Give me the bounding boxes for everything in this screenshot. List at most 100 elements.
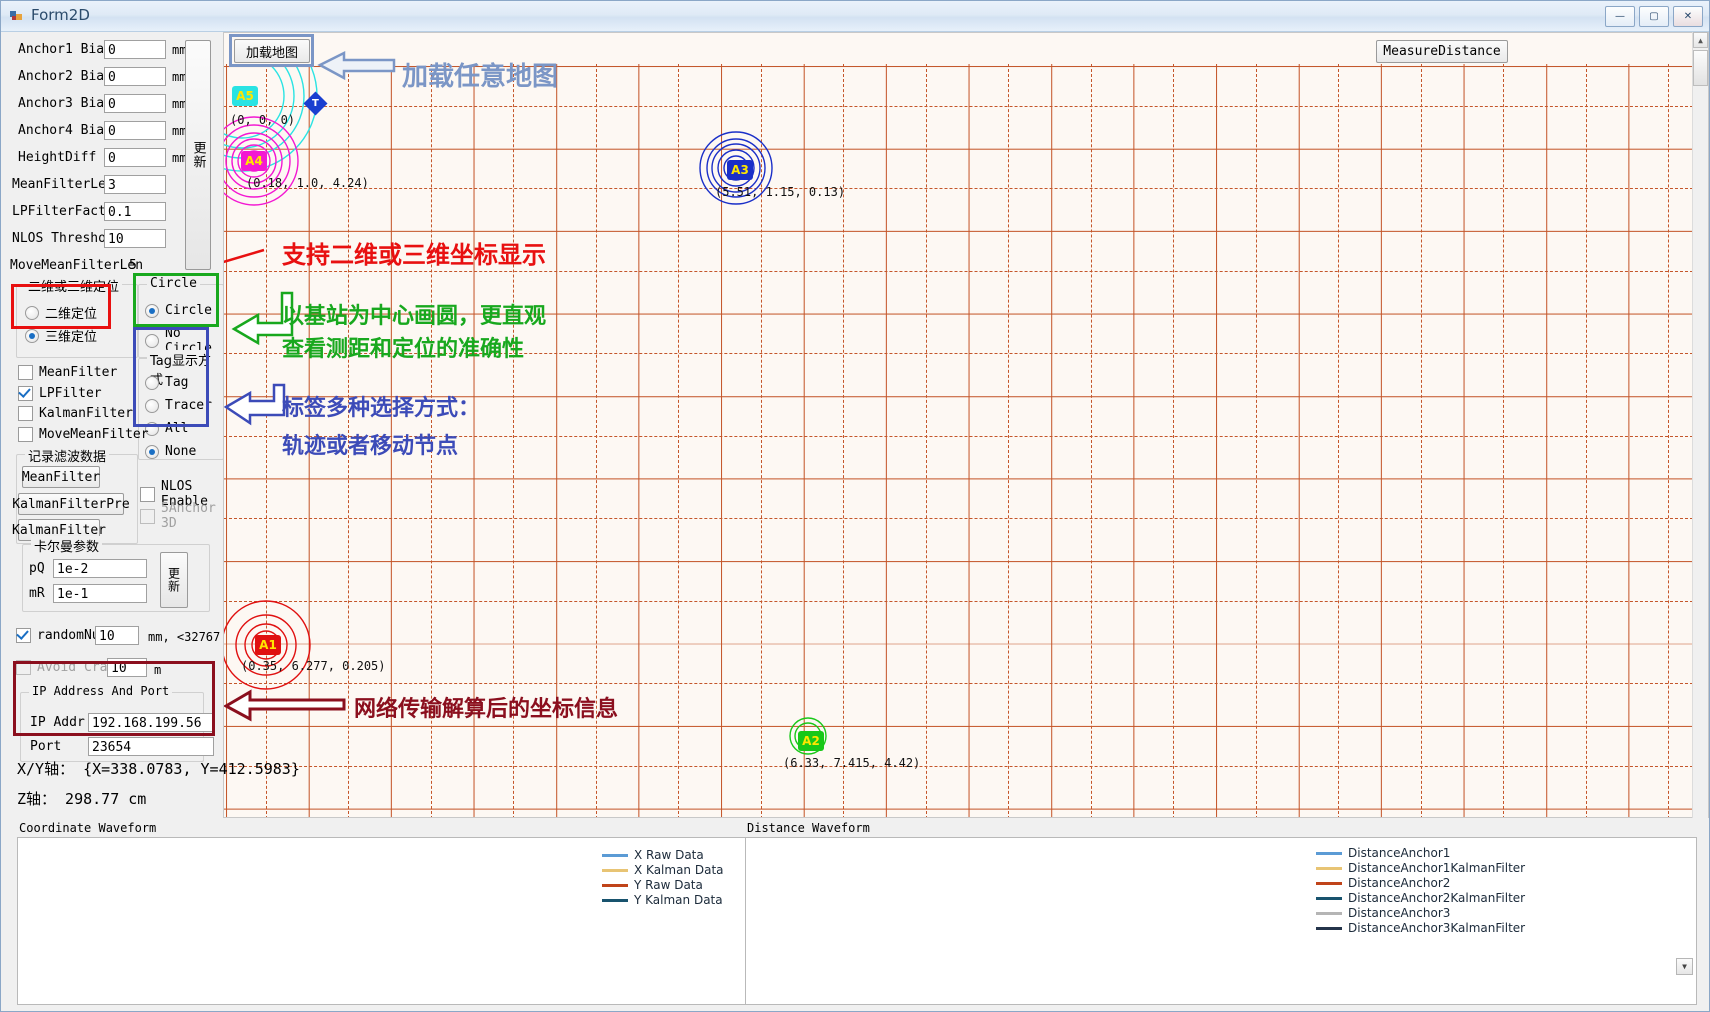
field-lp-filter-factor: LPFilterFactor 0.1 [12,202,166,221]
checkbox-kalman-filter[interactable]: KalmanFilter [18,406,133,421]
field-ip-addr: IP Addr 192.168.199.56 [30,713,214,732]
coordinate-waveform-chart[interactable]: X Raw Data X Kalman Data Y Raw Data Y Ka… [17,837,807,1005]
field-move-mean-filter-len: MoveMeanFilterLen 5 [10,256,188,275]
field-label: Anchor4 Bias [18,123,112,138]
tag-display-group: Tag显示方式 Tag Tracer All None [138,350,224,460]
checkbox-move-mean-filter[interactable]: MoveMeanFilter [18,427,149,442]
record-mean-filter-button[interactable]: MeanFilter [22,466,100,488]
checkbox-box [16,660,31,675]
legend-swatch [1316,926,1342,930]
radio-all[interactable]: All [145,421,188,436]
mean-filter-len-input[interactable]: 3 [104,175,166,194]
checkbox-box [16,628,31,643]
avoid-crash-input[interactable]: 10 [107,658,147,677]
window-controls: — ▢ ✕ [1605,6,1703,27]
map-panel[interactable]: 加载地图 MeasureDistance A5 (0, 0, 0) A4 (0.… [223,32,1709,818]
radio-3d-positioning[interactable]: 三维定位 [25,326,97,345]
annotation-circle-center-1: 以基站为中心画圆，更直观 [282,304,547,329]
radio-none[interactable]: None [145,444,196,459]
random-num-input[interactable]: 10 [95,626,139,645]
random-num-suffix: mm, <32767 [148,630,221,644]
checkbox-mean-filter[interactable]: MeanFilter [18,365,117,380]
height-diff-input[interactable]: 0 [104,148,166,167]
radio-tag[interactable]: Tag [145,375,188,390]
radio-dot [145,375,159,390]
legend-scroll-down-arrow[interactable]: ▼ [1676,958,1693,975]
field-label: Port [30,739,62,754]
field-label: mR [29,586,45,601]
legend-item: Y Kalman Data [602,893,724,907]
lp-filter-factor-input[interactable]: 0.1 [104,202,166,221]
annotation-load-map: 加载任意地图 [402,62,559,92]
kalman-update-button[interactable]: 更新 [160,552,188,608]
field-pq: pQ 1e-2 [29,559,147,578]
radio-circle[interactable]: Circle [145,303,212,318]
annotation-circle-center-2: 查看测距和定位的准确性 [282,337,525,362]
legend-swatch [602,898,628,902]
ip-addr-input[interactable]: 192.168.199.56 [88,713,214,732]
record-kalman-filter-pre-button[interactable]: KalmanFilterPre [12,493,130,515]
legend-swatch [1316,911,1342,915]
legend-item: X Raw Data [602,848,724,862]
legend-item: DistanceAnchor3 [1316,906,1525,920]
radio-tracer[interactable]: Tracer [145,398,212,413]
port-input[interactable]: 23654 [88,737,214,756]
checkbox-random-num[interactable]: randomNum [16,628,107,643]
radio-dot [145,303,159,318]
field-label: pQ [29,561,45,576]
radio-dot [25,328,39,343]
legend-swatch [602,868,628,872]
maximize-button[interactable]: ▢ [1639,6,1669,27]
field-anchor1-bias: Anchor1 Bias 0 mm [18,40,186,59]
legend-item: DistanceAnchor2KalmanFilter [1316,891,1525,905]
window-title: Form2D [31,6,90,24]
nlos-threshold-input[interactable]: 10 [104,229,166,248]
distance-waveform-legend: DistanceAnchor1 DistanceAnchor1KalmanFil… [1316,846,1525,935]
legend-item: DistanceAnchor1 [1316,846,1525,860]
checkbox-5anchor-3d: 5Anchor 3D [140,501,220,531]
vertical-scrollbar[interactable]: ▲ [1692,32,1708,818]
legend-item: X Kalman Data [602,863,724,877]
close-button[interactable]: ✕ [1673,6,1703,27]
coordinate-waveform-legend: X Raw Data X Kalman Data Y Raw Data Y Ka… [602,848,724,907]
application-window: Form2D — ▢ ✕ Anchor1 Bias 0 mm Anchor2 B… [0,0,1710,1012]
anchor3-bias-input[interactable]: 0 [104,94,166,113]
mr-input[interactable]: 1e-1 [53,584,147,603]
anchor2-bias-input[interactable]: 0 [104,67,166,86]
anchor4-bias-input[interactable]: 0 [104,121,166,140]
scroll-up-arrow[interactable]: ▲ [1693,32,1708,48]
dimension-mode-group: 二维或三维定位 二维定位 三维定位 [16,276,138,358]
scroll-thumb[interactable] [1693,50,1708,86]
minimize-button[interactable]: — [1605,6,1635,27]
radio-dot [25,305,39,320]
pq-input[interactable]: 1e-2 [53,559,147,578]
field-nlos-threshold: NLOS Threshold 10 [12,229,166,248]
legend-item: DistanceAnchor3KalmanFilter [1316,921,1525,935]
legend-swatch [1316,866,1342,870]
app-icon [9,8,24,23]
legend-swatch [1316,851,1342,855]
checkbox-box [140,508,155,524]
checkbox-box [18,386,33,401]
legend-item: DistanceAnchor1KalmanFilter [1316,861,1525,875]
field-anchor3-bias: Anchor3 Bias 0 mm [18,94,186,113]
distance-waveform-chart[interactable]: DistanceAnchor1 DistanceAnchor1KalmanFil… [745,837,1697,1005]
checkbox-box [18,365,33,380]
annotation-tag-modes-1: 标签多种选择方式： [282,396,481,421]
field-label: MeanFilterLen [12,177,114,192]
checkbox-lp-filter[interactable]: LPFilter [18,386,102,401]
radio-2d-positioning[interactable]: 二维定位 [25,303,97,322]
legend-swatch [602,853,628,857]
field-label: IP Addr [30,715,85,730]
radio-dot [145,334,159,348]
legend-item: DistanceAnchor2 [1316,876,1525,890]
anchor1-bias-input[interactable]: 0 [104,40,166,59]
checkbox-box [18,427,33,442]
field-label: Anchor3 Bias [18,96,112,111]
update-button-top[interactable]: 更新 [185,40,211,270]
circle-mode-group: Circle Circle No Circle [138,276,224,358]
move-mean-filter-len-input[interactable]: 5 [126,256,188,275]
field-label: NLOS Threshold [12,231,122,246]
field-label: HeightDiff [18,150,97,165]
radio-dot [145,444,159,459]
